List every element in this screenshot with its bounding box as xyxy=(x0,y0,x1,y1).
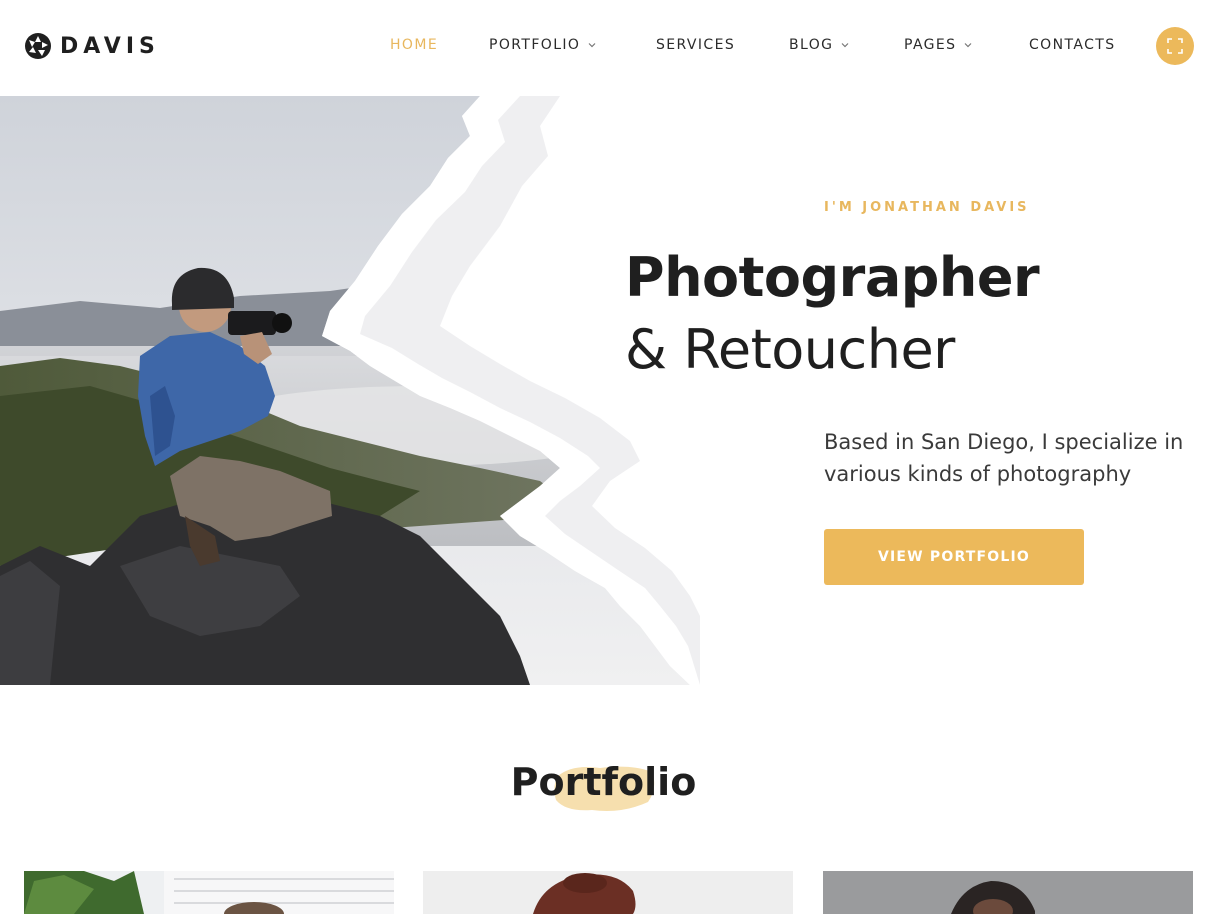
fullscreen-button[interactable] xyxy=(1156,27,1194,65)
nav-item-label: CONTACTS xyxy=(1029,37,1116,53)
nav-item-home[interactable]: HOME xyxy=(390,37,438,53)
portfolio-card[interactable] xyxy=(423,871,793,914)
hero-title-line2: & Retoucher xyxy=(625,318,955,381)
hero-eyebrow: I'M JONATHAN DAVIS xyxy=(824,200,1030,215)
nav-item-label: PAGES xyxy=(904,37,957,53)
portfolio-grid xyxy=(0,871,1207,914)
main-nav: HOME PORTFOLIO SERVICES BLOG PAGES CONTA… xyxy=(0,37,1207,57)
portfolio-card[interactable] xyxy=(24,871,394,914)
portfolio-thumbnail xyxy=(24,871,394,914)
fullscreen-icon xyxy=(1167,38,1183,54)
nav-item-label: HOME xyxy=(390,37,439,53)
nav-item-portfolio[interactable]: PORTFOLIO xyxy=(489,37,596,53)
portfolio-heading: Portfolio xyxy=(510,760,697,804)
site-header: DAVIS HOME PORTFOLIO SERVICES BLOG PAGES… xyxy=(0,0,1207,96)
nav-item-pages[interactable]: PAGES xyxy=(904,37,972,53)
portfolio-heading-wrap: Portfolio xyxy=(0,760,1207,811)
hero-description: Based in San Diego, I specialize in vari… xyxy=(824,430,1184,486)
portfolio-card[interactable] xyxy=(823,871,1193,914)
chevron-down-icon xyxy=(588,43,596,48)
portfolio-thumbnail xyxy=(423,871,793,914)
hero-section: I'M JONATHAN DAVIS Photographer & Retouc… xyxy=(0,96,1207,685)
chevron-down-icon xyxy=(965,43,972,48)
nav-item-contacts[interactable]: CONTACTS xyxy=(1029,37,1115,53)
nav-item-blog[interactable]: BLOG xyxy=(789,37,849,53)
hero-photo xyxy=(0,96,700,685)
nav-item-services[interactable]: SERVICES xyxy=(656,37,735,53)
portfolio-thumbnail xyxy=(823,871,1193,914)
nav-item-label: PORTFOLIO xyxy=(489,37,581,53)
view-portfolio-button[interactable]: VIEW PORTFOLIO xyxy=(824,529,1084,585)
nav-item-label: BLOG xyxy=(789,37,834,53)
hero-title-line1: Photographer xyxy=(625,246,1040,309)
nav-item-label: SERVICES xyxy=(656,37,736,53)
chevron-down-icon xyxy=(841,43,849,48)
